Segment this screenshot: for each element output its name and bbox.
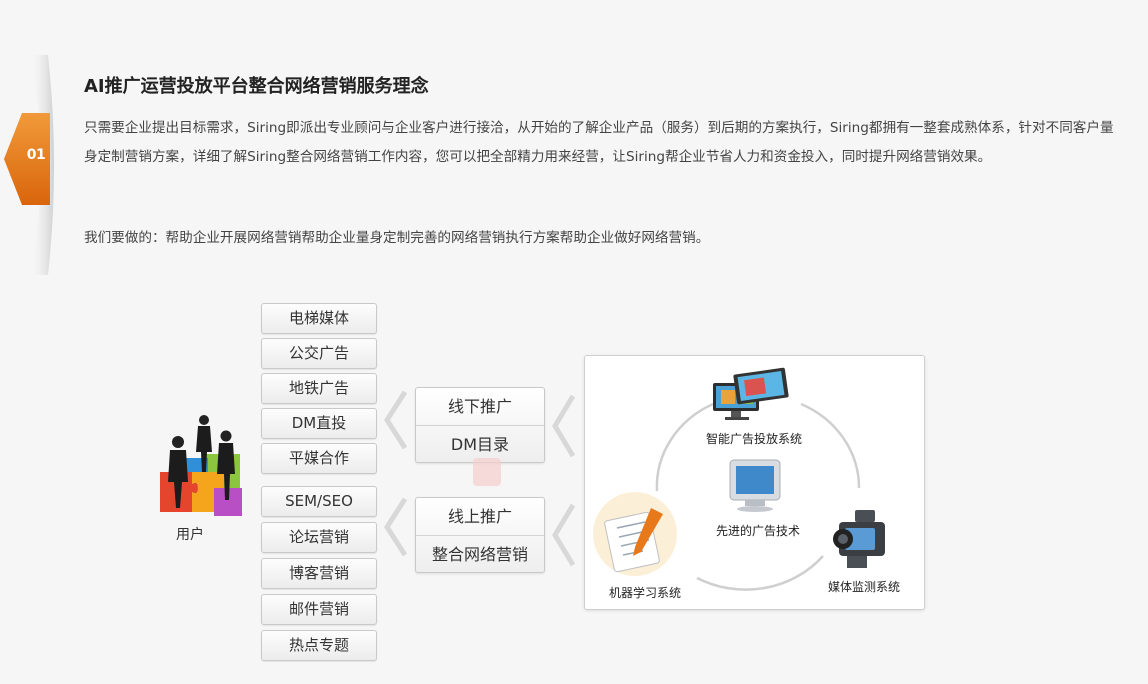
ad-system-label: 智能广告投放系统 [706, 432, 803, 446]
dm-catalog-label: DM目录 [416, 425, 544, 462]
channel-email-marketing[interactable]: 邮件营销 [261, 594, 377, 625]
users-puzzle-icon [160, 415, 242, 516]
chevron-left-icon [384, 497, 408, 557]
mission-statement: 我们要做的：帮助企业开展网络营销帮助企业量身定制完善的网络营销执行方案帮助企业做… [84, 230, 710, 246]
user-label: 用户 [176, 527, 204, 543]
ad-tech-label: 先进的广告技术 [716, 524, 801, 538]
system-panel: 智能广告投放系统 先进的广告技术 机器学习系统 媒体监测系统 [584, 355, 925, 610]
intro-paragraph: 只需要企业提出目标需求，Siring即派出专业顾问与企业客户进行接洽，从开始的了… [84, 120, 1114, 165]
ad-system-monitor-icon [713, 367, 789, 420]
offline-promotion-label: 线下推广 [447, 397, 512, 416]
system-cycle-ring [593, 367, 885, 591]
channel-subway-ads[interactable]: 地铁广告 [261, 373, 377, 404]
media-monitor-camera-icon [833, 510, 885, 568]
channel-blog-marketing[interactable]: 博客营销 [261, 558, 377, 589]
chevron-left-icon [384, 390, 408, 450]
chevron-left-icon [552, 394, 576, 458]
badge-number: 01 [26, 147, 46, 163]
channel-forum-marketing[interactable]: 论坛营销 [261, 522, 377, 553]
channel-sem-seo[interactable]: SEM/SEO [261, 486, 377, 517]
online-promotion-box[interactable]: 线上推广 整合网络营销 [415, 497, 545, 573]
ad-technology-icon [729, 459, 781, 512]
channel-hot-topics[interactable]: 热点专题 [261, 630, 377, 661]
chevron-left-icon [552, 503, 576, 567]
page-title: AI推广运营投放平台整合网络营销服务理念 [84, 76, 429, 97]
offline-promotion-box[interactable]: 线下推广 DM目录 [415, 387, 545, 463]
watermark-search-icon [473, 458, 501, 486]
badge-ribbon-graphic [4, 55, 54, 275]
channel-elevator-media[interactable]: 电梯媒体 [261, 303, 377, 334]
machine-learning-label: 机器学习系统 [609, 586, 682, 600]
integrated-marketing-label: 整合网络营销 [416, 535, 544, 572]
channel-bus-ads[interactable]: 公交广告 [261, 338, 377, 369]
machine-learning-document-icon [593, 492, 677, 576]
media-monitor-label: 媒体监测系统 [828, 580, 901, 594]
channel-dm-direct[interactable]: DM直投 [261, 408, 377, 439]
online-promotion-label: 线上推广 [447, 507, 512, 526]
channel-print-media[interactable]: 平媒合作 [261, 443, 377, 474]
section-badge: 01 [0, 55, 60, 275]
